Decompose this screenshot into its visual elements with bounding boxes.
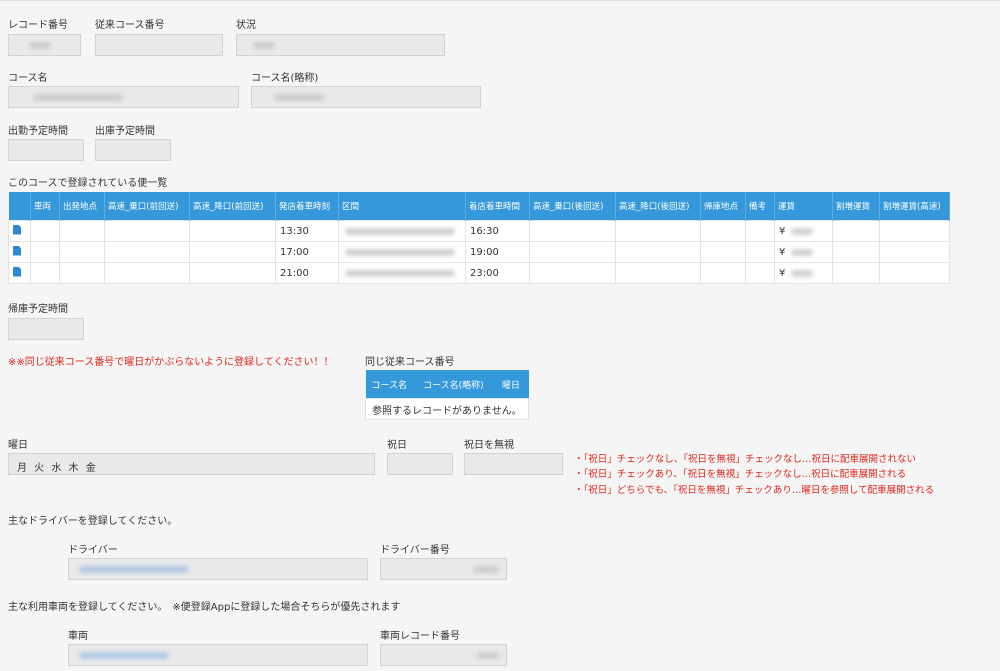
col-hw-in-pre: 高速_乗口(前回送) [104, 192, 190, 221]
course-short-label: コース名(略称) [251, 73, 319, 84]
course-name-label: コース名 [8, 73, 48, 84]
table-row: 13:30 16:30 ¥ [8, 220, 950, 242]
table-row: 21:00 23:00 ¥ [8, 262, 950, 284]
table-row: 17:00 19:00 ¥ [8, 241, 950, 263]
vehicle-field[interactable] [68, 644, 368, 666]
vehicle-record-label: 車両レコード番号 [380, 631, 460, 642]
driver-no-field [380, 558, 507, 580]
col-origin: 出発地点 [59, 192, 105, 221]
depart-time-label: 出庫予定時間 [95, 126, 155, 137]
holiday-note-3: ・「祝日」どちらでも、「祝日を無視」チェックあり…曜日を参照して配車展開される [574, 485, 935, 496]
return-time-field [8, 318, 84, 340]
col-fare: 運賃 [774, 192, 833, 221]
course-name-field [8, 86, 239, 108]
col-weekday: 曜日 [495, 370, 529, 399]
col-return-point: 帰庫地点 [700, 192, 746, 221]
holiday-note-1: ・「祝日」チェックなし、「祝日を無視」チェックなし…祝日に配車展開されない [574, 454, 917, 465]
status-field [236, 34, 445, 56]
ignore-holiday-label: 祝日を無視 [464, 440, 514, 451]
driver-label: ドライバー [68, 545, 118, 556]
holiday-checkbox-field[interactable] [387, 453, 453, 475]
ignore-holiday-checkbox-field[interactable] [464, 453, 563, 475]
holiday-label: 祝日 [387, 440, 407, 451]
document-icon[interactable] [13, 224, 21, 235]
vehicle-record-field [380, 644, 507, 666]
trips-table: 車両 出発地点 高速_乗口(前回送) 高速_降口(前回送) 発店着車時刻 区間 … [8, 192, 950, 284]
legacy-course-no-field [95, 34, 223, 56]
driver-field[interactable] [68, 558, 368, 580]
col-extra-fare-hw: 割増運賃(高速) [879, 192, 950, 221]
same-course-label: 同じ従来コース番号 [365, 357, 455, 368]
col-hw-in-post: 高速_乗口(後回送) [529, 192, 616, 221]
vehicle-label: 車両 [68, 631, 88, 642]
holiday-note-2: ・「祝日」チェックあり、「祝日を無視」チェックなし…祝日に配車展開される [574, 469, 907, 480]
depart-time-cell: 13:30 [275, 220, 339, 242]
record-no-field [8, 34, 81, 56]
section-cell [338, 241, 466, 263]
col-section: 区間 [338, 192, 466, 221]
col-depart-time: 発店着車時刻 [275, 192, 339, 221]
vehicle-prompt: 主な利用車両を登録してください。 ※便登録Appに登録した場合そちらが優先されま… [8, 602, 401, 613]
start-time-label: 出勤予定時間 [8, 126, 68, 137]
col-hw-out-pre: 高速_降口(前回送) [189, 192, 276, 221]
arrive-time-cell: 23:00 [465, 262, 530, 284]
weekday-label: 曜日 [8, 440, 28, 451]
driver-prompt: 主なドライバーを登録してください。 [8, 516, 178, 527]
arrive-time-cell: 16:30 [465, 220, 530, 242]
col-extra-fare: 割増運賃 [832, 192, 880, 221]
status-label: 状況 [236, 20, 256, 31]
trips-header-row: 車両 出発地点 高速_乗口(前回送) 高速_降口(前回送) 発店着車時刻 区間 … [8, 192, 950, 221]
col-notes: 備考 [745, 192, 775, 221]
fare-cell: ¥ [774, 220, 833, 242]
top-divider [0, 0, 1000, 1]
document-icon[interactable] [13, 266, 21, 277]
section-cell [338, 220, 466, 242]
col-arrive-time: 着店着車時間 [465, 192, 530, 221]
depart-time-cell: 21:00 [275, 262, 339, 284]
same-course-table: コース名 コース名(略称) 曜日 参照するレコードがありません。 [365, 370, 529, 420]
depart-time-field [95, 139, 171, 161]
return-time-label: 帰庫予定時間 [8, 304, 68, 315]
arrive-time-cell: 19:00 [465, 241, 530, 263]
section-cell [338, 262, 466, 284]
col-vehicle: 車両 [30, 192, 60, 221]
start-time-field [8, 139, 84, 161]
course-short-field [251, 86, 481, 108]
duplicate-warning: ※※同じ従来コース番号で曜日がかぶらないように登録してください！！ [8, 357, 334, 368]
record-no-label: レコード番号 [8, 20, 68, 31]
col-icon [8, 192, 31, 221]
legacy-course-no-label: 従来コース番号 [95, 20, 165, 31]
col-course-short: コース名(略称) [417, 370, 496, 399]
fare-cell: ¥ [774, 262, 833, 284]
trips-heading: このコースで登録されている便一覧 [8, 178, 168, 189]
document-icon[interactable] [13, 245, 21, 256]
empty-message: 参照するレコードがありません。 [365, 398, 529, 420]
col-hw-out-post: 高速_降口(後回送) [615, 192, 701, 221]
weekday-field[interactable]: 月 火 水 木 金 [8, 453, 375, 475]
depart-time-cell: 17:00 [275, 241, 339, 263]
col-course-name: コース名 [365, 370, 418, 399]
driver-no-label: ドライバー番号 [380, 545, 450, 556]
fare-cell: ¥ [774, 241, 833, 263]
